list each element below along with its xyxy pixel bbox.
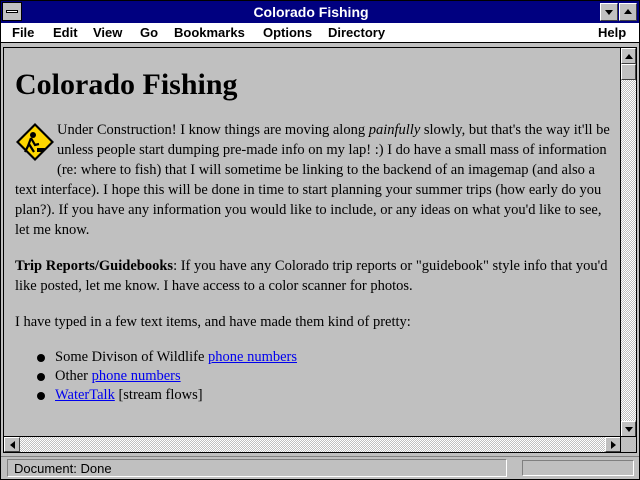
construction-intro: Under Construction! I know things are mo… [57, 122, 369, 138]
list-item: WaterTalk [stream flows] [37, 386, 610, 405]
horizontal-scroll-track[interactable] [20, 437, 605, 452]
vertical-scroll-thumb[interactable] [621, 64, 636, 80]
trip-reports-paragraph: Trip Reports/Guidebooks: If you have any… [15, 256, 610, 296]
menu-view[interactable]: View [93, 25, 122, 40]
construction-rest: slowly, but that's the way it'll be unle… [15, 122, 610, 238]
menu-directory[interactable]: Directory [328, 25, 385, 40]
scroll-left-icon[interactable] [4, 437, 20, 452]
status-bar: Document: Done [1, 456, 639, 479]
title-bar: Colorado Fishing [1, 1, 639, 23]
system-menu-icon[interactable] [2, 2, 22, 21]
watertalk-link[interactable]: WaterTalk [55, 387, 115, 403]
menu-file[interactable]: File [12, 25, 34, 40]
progress-indicator [522, 460, 634, 476]
scroll-down-icon[interactable] [621, 421, 636, 437]
scroll-up-icon[interactable] [621, 48, 636, 64]
menu-go[interactable]: Go [140, 25, 158, 40]
menu-bookmarks[interactable]: Bookmarks [174, 25, 245, 40]
item-suffix: [stream flows] [114, 387, 203, 403]
list-item: Other phone numbers [37, 367, 610, 386]
horizontal-scrollbar[interactable] [4, 436, 621, 452]
typed-items-intro: I have typed in a few text items, and ha… [15, 314, 411, 330]
bullet-icon [37, 373, 45, 381]
scrollbar-corner [620, 436, 636, 452]
construction-emphasis: painfully [368, 122, 421, 138]
menu-options[interactable]: Options [263, 25, 312, 40]
minimize-icon[interactable] [600, 3, 618, 21]
phone-numbers-link[interactable]: phone numbers [208, 349, 297, 365]
item-text: Other [55, 368, 92, 384]
bullet-icon [37, 392, 45, 400]
item-text: Some Divison of Wildlife [55, 349, 209, 365]
page-title: Colorado Fishing [15, 68, 238, 101]
vertical-scrollbar[interactable] [620, 48, 636, 437]
menu-edit[interactable]: Edit [53, 25, 78, 40]
under-construction-icon [16, 123, 54, 161]
other-phone-numbers-link[interactable]: phone numbers [92, 368, 181, 384]
page-content: Colorado Fishing Under Construction! I k… [4, 48, 621, 437]
menu-bar: File Edit View Go Bookmarks Options Dire… [1, 23, 639, 43]
menu-help[interactable]: Help [598, 25, 626, 40]
items-list: Some Divison of Wildlife phone numbers O… [37, 348, 610, 405]
maximize-icon[interactable] [619, 3, 637, 21]
status-text: Document: Done [7, 459, 507, 477]
trip-reports-label: Trip Reports/Guidebooks [15, 258, 174, 274]
list-item: Some Divison of Wildlife phone numbers [37, 348, 610, 367]
content-frame: Colorado Fishing Under Construction! I k… [3, 47, 637, 453]
browser-window: Colorado Fishing File Edit View Go Bookm… [0, 0, 640, 480]
scroll-right-icon[interactable] [605, 437, 621, 452]
window-title: Colorado Fishing [253, 4, 369, 20]
vertical-scroll-track[interactable] [621, 64, 636, 421]
bullet-icon [37, 354, 45, 362]
construction-paragraph: Under Construction! I know things are mo… [15, 120, 610, 240]
